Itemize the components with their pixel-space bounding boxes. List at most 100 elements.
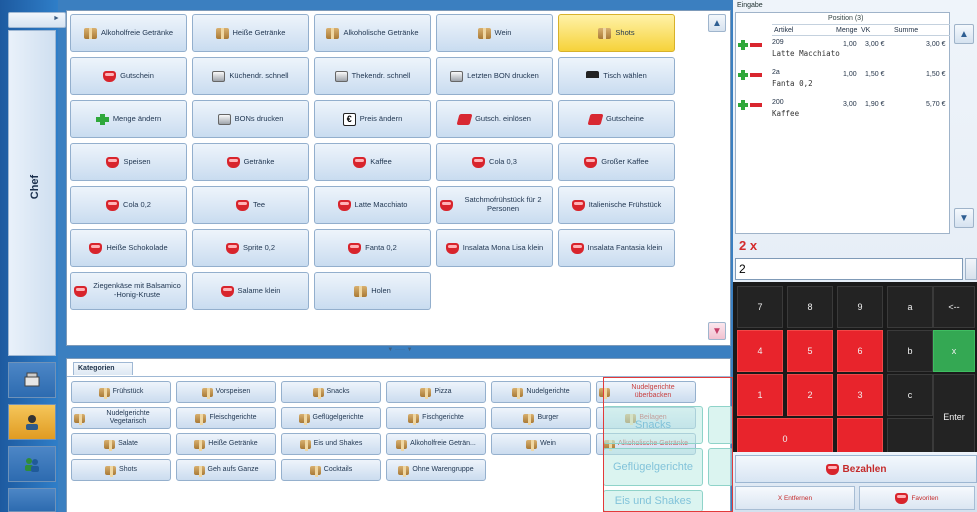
category-button[interactable]: Burger [491,407,591,429]
product-button[interactable]: Tee [192,186,309,224]
increase-icon[interactable] [738,100,748,110]
product-button[interactable]: Cola 0,2 [70,186,187,224]
category-button[interactable]: Vorspeisen [176,381,276,403]
product-button[interactable]: Cola 0,3 [436,143,553,181]
product-button[interactable]: Gutsch. einlösen [436,100,553,138]
product-button[interactable]: Insalata Fantasia klein [558,229,675,267]
cash-register-button[interactable] [8,362,56,398]
key-8[interactable]: 8 [787,286,833,328]
key-9[interactable]: 9 [837,286,883,328]
cart-icon [584,156,598,168]
decrease-icon[interactable] [750,43,762,47]
rail-expand-toggle[interactable]: ► [8,12,66,28]
key-c[interactable]: c [887,374,933,416]
rail-extra-button[interactable] [8,488,56,512]
grid-scroll-up-button[interactable]: ▲ [708,14,726,32]
category-button[interactable]: Snacks [281,381,381,403]
search-icon[interactable] [965,258,977,280]
splitter-handle[interactable]: ▼ ····· ▼ [380,347,420,353]
category-button[interactable]: Alkoholfreie Geträn... [386,433,486,455]
category-button[interactable]: Salate [71,433,171,455]
product-button[interactable]: Ziegenkäse mit Balsamico -Honig-Kruste [70,272,187,310]
product-button[interactable]: € Preis ändern [314,100,431,138]
product-button[interactable]: Italienische Frühstück [558,186,675,224]
product-button[interactable]: Sprite 0,2 [192,229,309,267]
category-button[interactable]: Wein [491,433,591,455]
key-clear[interactable]: x [933,330,975,372]
category-label: Nudelgerichte Vegetarisch [106,410,150,425]
favorites-button[interactable]: Favoriten [859,486,975,510]
user-button[interactable] [8,404,56,440]
category-button[interactable]: Fischgerichte [386,407,486,429]
quantity-input[interactable] [735,258,963,280]
position-row[interactable]: 2a Fanta 0,2 1,00 1,50 € 1,50 € [738,69,950,97]
grid-scroll-down-button[interactable]: ▼ [708,322,726,340]
product-button[interactable]: Gutscheine [558,100,675,138]
product-button[interactable]: Letzten BON drucken [436,57,553,95]
category-button[interactable]: Nudelgerichte Vegetarisch [71,407,171,429]
key-4[interactable]: 4 [737,330,783,372]
product-button[interactable]: Heiße Schokolade [70,229,187,267]
product-button[interactable]: Kaffee [314,143,431,181]
category-button[interactable]: Eis und Shakes [281,433,381,455]
product-button[interactable]: Getränke [192,143,309,181]
key-6[interactable]: 6 [837,330,883,372]
chef-panel[interactable]: Chef [8,30,56,356]
list-scroll-up-button[interactable]: ▲ [954,24,974,44]
key-3[interactable]: 3 [837,374,883,416]
pay-button[interactable]: Bezahlen [735,455,977,483]
category-label: Geflügelgerichte [312,414,364,422]
key-1[interactable]: 1 [737,374,783,416]
category-button[interactable]: Pizza [386,381,486,403]
position-row[interactable]: 200 Kaffee 3,00 1,90 € 5,70 € [738,99,950,127]
category-label: Geh aufs Ganze [207,466,259,474]
product-button[interactable]: Holen [314,272,431,310]
key-5[interactable]: 5 [787,330,833,372]
category-label: Nudelgerichte [526,388,570,396]
decrease-icon[interactable] [750,103,762,107]
category-button[interactable]: Cocktails [281,459,381,481]
decrease-icon[interactable] [750,73,762,77]
key-7[interactable]: 7 [737,286,783,328]
product-button[interactable]: Menge ändern [70,100,187,138]
key-2[interactable]: 2 [787,374,833,416]
product-button[interactable]: Alkoholfreie Getränke [70,14,187,52]
key-enter[interactable]: Enter [933,374,975,460]
product-button[interactable]: Küchendr. schnell [192,57,309,95]
product-button[interactable]: Alkoholische Getränke [314,14,431,52]
key-a[interactable]: a [887,286,933,328]
product-button[interactable]: Salame klein [192,272,309,310]
product-button[interactable]: Shots [558,14,675,52]
key-backspace[interactable]: <-- [933,286,975,328]
product-button[interactable]: BONs drucken [192,100,309,138]
box-icon [523,413,535,425]
category-button[interactable]: Shots [71,459,171,481]
users-group-button[interactable] [8,446,56,482]
product-button[interactable]: Heiße Getränke [192,14,309,52]
category-button[interactable]: Nudelgerichte [491,381,591,403]
product-button[interactable]: Großer Kaffee [558,143,675,181]
product-button[interactable]: Fanta 0,2 [314,229,431,267]
product-button[interactable]: Latte Macchiato [314,186,431,224]
product-button[interactable]: Wein [436,14,553,52]
product-button[interactable]: Speisen [70,143,187,181]
category-button[interactable]: Geh aufs Ganze [176,459,276,481]
increase-icon[interactable] [738,40,748,50]
product-button[interactable]: Insalata Mona Lisa klein [436,229,553,267]
category-button[interactable]: Frühstück [71,381,171,403]
product-button[interactable]: Gutschein [70,57,187,95]
increase-icon[interactable] [738,70,748,80]
list-scroll-down-button[interactable]: ▼ [954,208,974,228]
product-button[interactable]: Satchmofrühstück für 2 Personen [436,186,553,224]
key-b[interactable]: b [887,330,933,372]
product-button[interactable]: Thekendr. schnell [314,57,431,95]
category-button[interactable]: Fleischgerichte [176,407,276,429]
position-row[interactable]: 209 Latte Macchiato 1,00 3,00 € 3,00 € [738,39,950,67]
product-button[interactable]: Tisch wählen [558,57,675,95]
remove-button[interactable]: X Entfernen [735,486,855,510]
box-icon [104,439,116,451]
category-button[interactable]: Heiße Getränke [176,433,276,455]
category-button[interactable]: Ohne Warengruppe [386,459,486,481]
category-button[interactable]: Geflügelgerichte [281,407,381,429]
tab-kategorien[interactable]: Kategorien [73,362,133,375]
